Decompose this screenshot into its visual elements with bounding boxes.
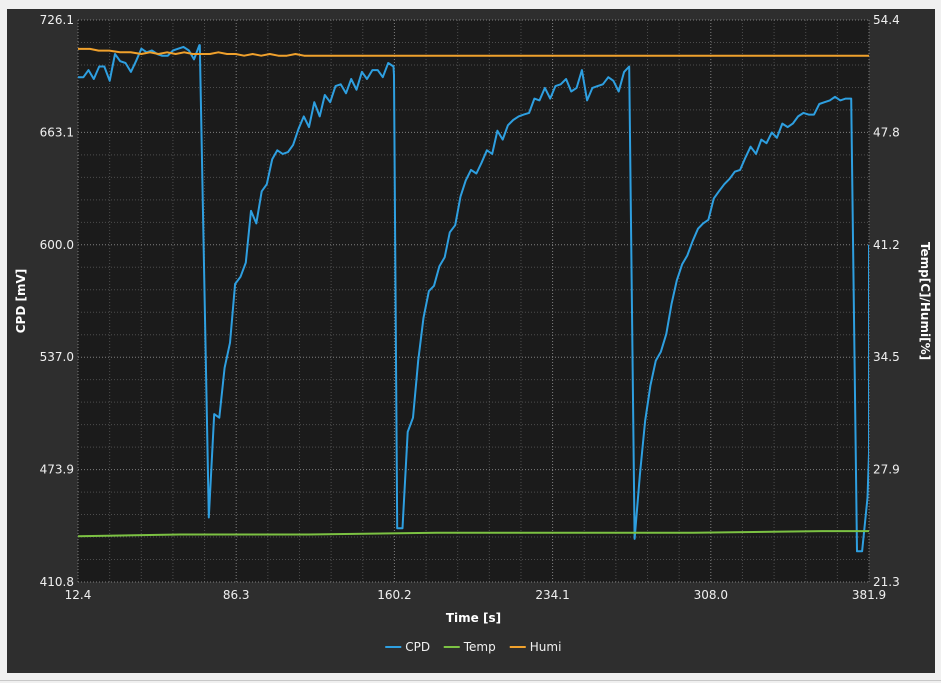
y-left-tick-label: 537.0 <box>40 350 74 364</box>
x-tick-label: 12.4 <box>65 588 92 602</box>
x-tick-label: 381.9 <box>852 588 886 602</box>
legend-item-humi[interactable]: Humi <box>509 640 562 654</box>
x-axis-title: Time [s] <box>446 611 501 625</box>
legend-label: Temp <box>463 640 496 654</box>
legend-label: CPD <box>405 640 430 654</box>
legend-item-cpd[interactable]: CPD <box>385 640 430 654</box>
y-left-tick-label: 663.1 <box>40 125 74 139</box>
y-left-tick-label: 473.9 <box>40 463 74 477</box>
legend-item-temp[interactable]: Temp <box>443 640 496 654</box>
line-chart: 12.4 86.3 160.2 234.1 308.0 381.9 410.8 473.9 53… <box>14 13 932 654</box>
legend-label: Humi <box>530 640 562 654</box>
y-right-tick-label: 27.9 <box>873 463 900 477</box>
y-left-tick-label: 600.0 <box>40 238 74 252</box>
legend[interactable]: CPD Temp Humi <box>385 640 561 654</box>
x-tick-label: 86.3 <box>223 588 250 602</box>
y-right-tick-label: 34.5 <box>873 350 900 364</box>
y-right-tick-label: 54.4 <box>873 13 900 27</box>
x-tick-label: 308.0 <box>694 588 728 602</box>
plot-area <box>78 20 869 582</box>
y-left-tick-label: 410.8 <box>40 575 74 589</box>
y-right-tick-label: 47.8 <box>873 125 900 139</box>
x-tick-label: 160.2 <box>377 588 411 602</box>
y-axis-right-title: Temp[C]/Humi[%] <box>918 242 932 360</box>
y-left-tick-label: 726.1 <box>40 13 74 27</box>
y-right-tick-label: 21.3 <box>873 575 900 589</box>
chart-panel: 12.4 86.3 160.2 234.1 308.0 381.9 410.8 473.9 53… <box>7 9 935 673</box>
y-axis-left-title: CPD [mV] <box>14 269 28 334</box>
x-tick-label: 234.1 <box>535 588 569 602</box>
y-right-tick-label: 41.2 <box>873 238 900 252</box>
window-divider <box>0 680 941 681</box>
